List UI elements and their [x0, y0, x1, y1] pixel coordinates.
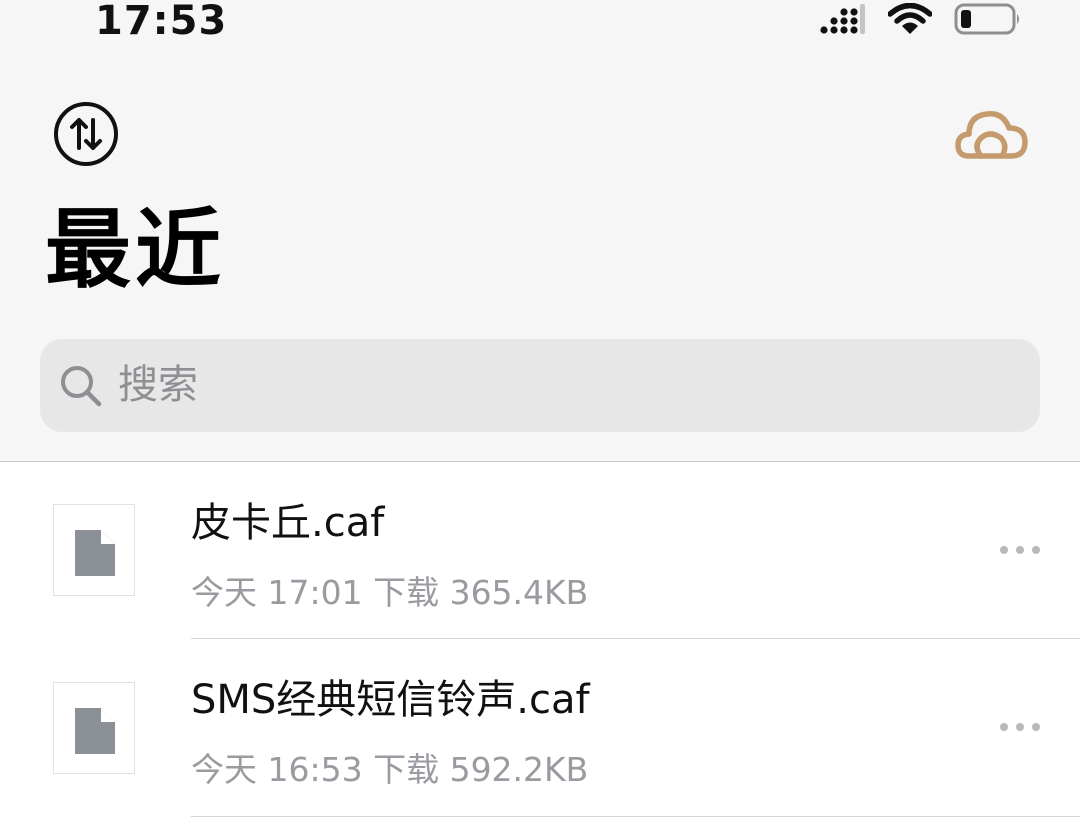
wifi-icon: [888, 3, 932, 34]
row-divider: [191, 816, 1080, 817]
page-title: 最近: [45, 200, 225, 300]
status-time: 17:53: [95, 0, 228, 44]
more-options-icon[interactable]: [996, 717, 1044, 737]
cloud-icon: [955, 111, 1028, 159]
file-row[interactable]: SMS经典短信铃声.caf 今天 16:53 下载 592.2KB: [0, 639, 1080, 816]
search-bar[interactable]: 搜索: [40, 339, 1040, 432]
file-meta: 今天 17:01 下载 365.4KB: [191, 573, 589, 612]
document-icon: [75, 530, 115, 576]
cellular-signal-icon: [820, 4, 865, 34]
document-icon: [75, 708, 115, 754]
file-name: 皮卡丘.caf: [191, 500, 385, 546]
cloud-button[interactable]: [955, 106, 1029, 162]
sort-arrows-icon: [54, 102, 118, 166]
file-thumbnail: [53, 682, 135, 774]
file-name: SMS经典短信铃声.caf: [191, 677, 590, 723]
file-meta: 今天 16:53 下载 592.2KB: [191, 750, 589, 789]
header-area: 17:53 最近 搜索: [0, 0, 1080, 461]
sort-button[interactable]: [53, 101, 119, 167]
battery-icon: [954, 3, 1019, 35]
search-icon: [61, 366, 102, 407]
file-row[interactable]: 皮卡丘.caf 今天 17:01 下载 365.4KB: [0, 462, 1080, 639]
status-icons: [820, 2, 1022, 36]
search-placeholder: 搜索: [118, 362, 198, 408]
more-options-icon[interactable]: [996, 540, 1044, 560]
file-thumbnail: [53, 504, 135, 596]
